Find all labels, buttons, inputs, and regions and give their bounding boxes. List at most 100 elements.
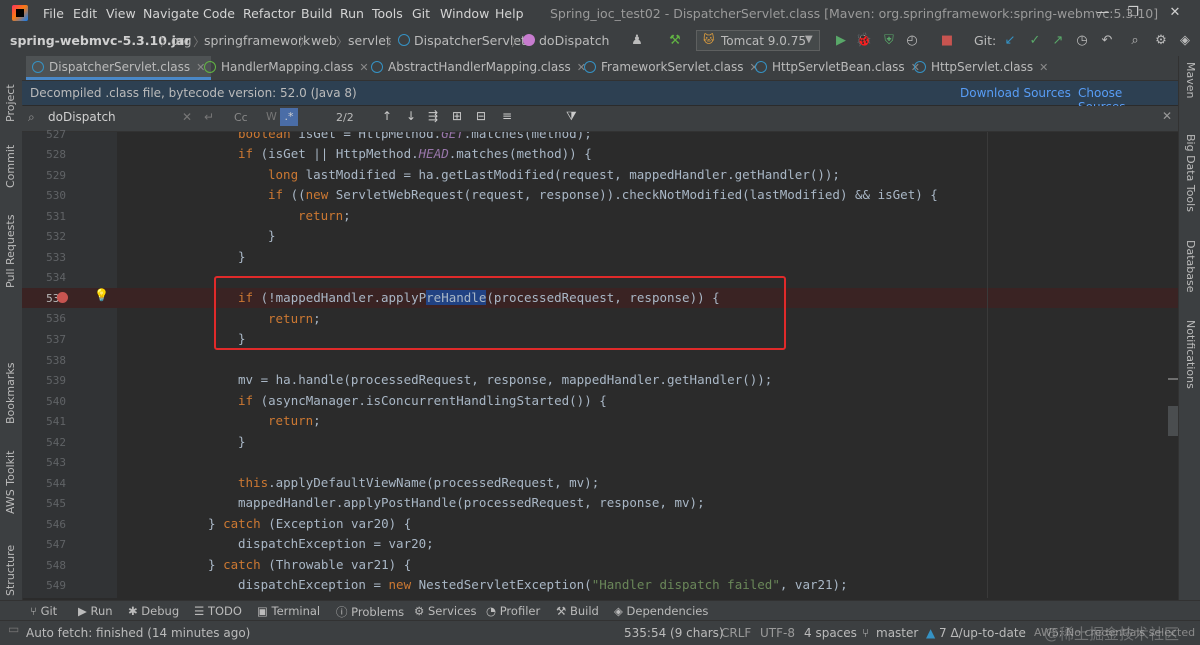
lightbulb-icon[interactable]: 💡 bbox=[94, 288, 109, 302]
exclude-selection-icon[interactable]: ⊟ bbox=[476, 109, 486, 123]
window-title: Spring_ioc_test02 - DispatcherServlet.cl… bbox=[550, 6, 1159, 21]
line-number: 546 bbox=[46, 518, 66, 531]
build-hammer-icon[interactable]: ⚒ bbox=[666, 32, 684, 50]
run-icon[interactable]: ▶ bbox=[832, 32, 850, 50]
breadcrumb-class[interactable]: DispatcherServlet bbox=[414, 33, 526, 48]
menu-edit[interactable]: Edit bbox=[73, 6, 97, 21]
menu-refactor[interactable]: Refactor bbox=[243, 6, 295, 21]
close-window-icon[interactable]: ✕ bbox=[1160, 4, 1190, 22]
tool-todo[interactable]: ☰ TODO bbox=[194, 604, 242, 618]
tool-run[interactable]: ▶ Run bbox=[78, 604, 113, 618]
tool-dependencies[interactable]: ◈ Dependencies bbox=[614, 604, 708, 618]
coverage-icon[interactable]: ⛨ bbox=[880, 32, 898, 50]
add-selection-icon[interactable]: ⊞ bbox=[452, 109, 462, 123]
indent-setting[interactable]: 4 spaces bbox=[804, 626, 857, 640]
tool-debug[interactable]: ✱ Debug bbox=[128, 604, 179, 618]
breadcrumb-servlet[interactable]: servlet bbox=[348, 33, 391, 48]
breadcrumb-separator: 〉 bbox=[511, 35, 524, 49]
menu-help[interactable]: Help bbox=[495, 6, 524, 21]
search-everywhere-icon[interactable]: ⌕ bbox=[1126, 32, 1144, 50]
stop-icon[interactable]: ■ bbox=[938, 32, 956, 50]
tool-commit[interactable]: Commit bbox=[4, 128, 17, 188]
tool-aws-toolkit[interactable]: AWS Toolkit bbox=[4, 434, 17, 514]
tool-terminal[interactable]: ▣ Terminal bbox=[257, 604, 320, 618]
git-commit-icon[interactable]: ✓ bbox=[1026, 32, 1044, 50]
tool-pull-requests[interactable]: Pull Requests bbox=[4, 198, 17, 288]
history-icon[interactable]: ◷ bbox=[1073, 32, 1091, 50]
tool-structure[interactable]: Structure bbox=[4, 526, 17, 596]
minimize-icon[interactable]: — bbox=[1088, 4, 1118, 22]
settings-gear-icon[interactable]: ⚙ bbox=[1152, 32, 1170, 50]
code-editor[interactable]: boolean isGet = HttpMethod.GET.matches(m… bbox=[117, 132, 1178, 598]
git-branch[interactable]: master bbox=[876, 626, 918, 640]
git-push-icon[interactable]: ↗ bbox=[1049, 32, 1067, 50]
menu-tools[interactable]: Tools bbox=[372, 6, 403, 21]
tool-maven[interactable]: Maven bbox=[1184, 62, 1197, 122]
menu-file[interactable]: File bbox=[43, 6, 64, 21]
caret-position[interactable]: 535:54 (9 chars) bbox=[624, 626, 724, 640]
regex-toggle-icon[interactable]: .* bbox=[280, 108, 298, 126]
breadcrumb-web[interactable]: web bbox=[311, 33, 337, 48]
tab-handlermapping[interactable]: HandlerMapping.class ✕ bbox=[198, 56, 375, 80]
debug-icon[interactable]: 🐞 bbox=[855, 32, 873, 50]
menu-build[interactable]: Build bbox=[301, 6, 332, 21]
tab-label: HttpServlet.class bbox=[931, 60, 1034, 74]
title-bar: File Edit View Navigate Code Refactor Bu… bbox=[0, 0, 1200, 26]
words-toggle[interactable]: W bbox=[266, 110, 277, 123]
rollback-icon[interactable]: ↶ bbox=[1098, 32, 1116, 50]
user-icon[interactable]: ♟ bbox=[628, 32, 646, 50]
file-encoding[interactable]: UTF-8 bbox=[760, 626, 795, 640]
menu-view[interactable]: View bbox=[106, 6, 136, 21]
tool-profiler[interactable]: ◔ Profiler bbox=[486, 604, 540, 618]
download-sources-link[interactable]: Download Sources bbox=[960, 86, 1071, 100]
tab-dispatcherservlet[interactable]: DispatcherServlet.class ✕ bbox=[26, 56, 212, 80]
menu-code[interactable]: Code bbox=[203, 6, 235, 21]
tool-project[interactable]: Project bbox=[4, 62, 17, 122]
tool-big-data-tools[interactable]: Big Data Tools bbox=[1184, 134, 1197, 244]
close-find-icon[interactable]: ✕ bbox=[1162, 109, 1172, 123]
breadcrumb-method[interactable]: doDispatch bbox=[539, 33, 609, 48]
tool-notifications[interactable]: Notifications bbox=[1184, 320, 1197, 410]
close-tab-icon[interactable]: ✕ bbox=[1039, 61, 1048, 74]
previous-occurrence-icon[interactable]: ↑ bbox=[382, 109, 392, 123]
breadcrumb-org[interactable]: org bbox=[171, 33, 192, 48]
git-update-icon[interactable]: ↙ bbox=[1001, 32, 1019, 50]
menu-window[interactable]: Window bbox=[440, 6, 489, 21]
restore-icon[interactable]: ❐ bbox=[1118, 4, 1148, 22]
tab-httpservlet[interactable]: HttpServlet.class ✕ bbox=[908, 56, 1054, 80]
match-case-toggle[interactable]: Cc bbox=[234, 111, 248, 124]
menu-run[interactable]: Run bbox=[340, 6, 364, 21]
breadcrumb-springframework[interactable]: springframework bbox=[204, 33, 310, 48]
run-configuration-select[interactable]: 🐱 Tomcat 9.0.75 ▼ bbox=[696, 30, 820, 51]
ide-logo-icon[interactable]: ◈ bbox=[1176, 32, 1194, 50]
menu-git[interactable]: Git bbox=[412, 6, 430, 21]
filter-icon[interactable]: ⧩ bbox=[566, 109, 577, 124]
select-all-icon[interactable]: ≡ bbox=[502, 109, 512, 123]
banner-message: Decompiled .class file, bytecode version… bbox=[30, 86, 357, 100]
tab-httpservletbean[interactable]: HttpServletBean.class ✕ bbox=[749, 56, 926, 80]
line-number: 540 bbox=[46, 395, 66, 408]
tool-git[interactable]: ⑂ Git bbox=[30, 604, 57, 618]
tool-label: Terminal bbox=[271, 604, 321, 618]
editor-scrollbar-thumb[interactable] bbox=[1168, 406, 1178, 436]
select-all-occurrences-icon[interactable]: ⇶ bbox=[428, 109, 438, 123]
next-occurrence-icon[interactable]: ↓ bbox=[406, 109, 416, 123]
menu-navigate[interactable]: Navigate bbox=[143, 6, 199, 21]
search-input[interactable]: doDispatch bbox=[48, 110, 116, 124]
line-separator[interactable]: CRLF bbox=[721, 626, 751, 640]
new-line-icon[interactable]: ↵ bbox=[204, 110, 214, 124]
profile-icon[interactable]: ◴ bbox=[903, 32, 921, 50]
tool-database[interactable]: Database bbox=[1184, 240, 1197, 310]
tool-bookmarks[interactable]: Bookmarks bbox=[4, 344, 17, 424]
tab-label: HandlerMapping.class bbox=[221, 60, 354, 74]
clear-search-icon[interactable]: ✕ bbox=[182, 110, 192, 124]
tool-services[interactable]: ⚙ Services bbox=[414, 604, 476, 618]
git-state[interactable]: 7 Δ/up-to-date bbox=[939, 626, 1026, 640]
breakpoint-icon[interactable] bbox=[57, 292, 68, 303]
tool-build[interactable]: ⚒ Build bbox=[556, 604, 599, 618]
status-bar-icon[interactable]: ▭ bbox=[8, 622, 19, 636]
tab-abstracthandlermapping[interactable]: AbstractHandlerMapping.class ✕ bbox=[365, 56, 592, 80]
tab-frameworkservlet[interactable]: FrameworkServlet.class ✕ bbox=[578, 56, 765, 80]
code-line: boolean isGet = HttpMethod.GET.matches(m… bbox=[238, 132, 592, 141]
tool-problems[interactable]: ⓘ Problems bbox=[336, 604, 404, 620]
